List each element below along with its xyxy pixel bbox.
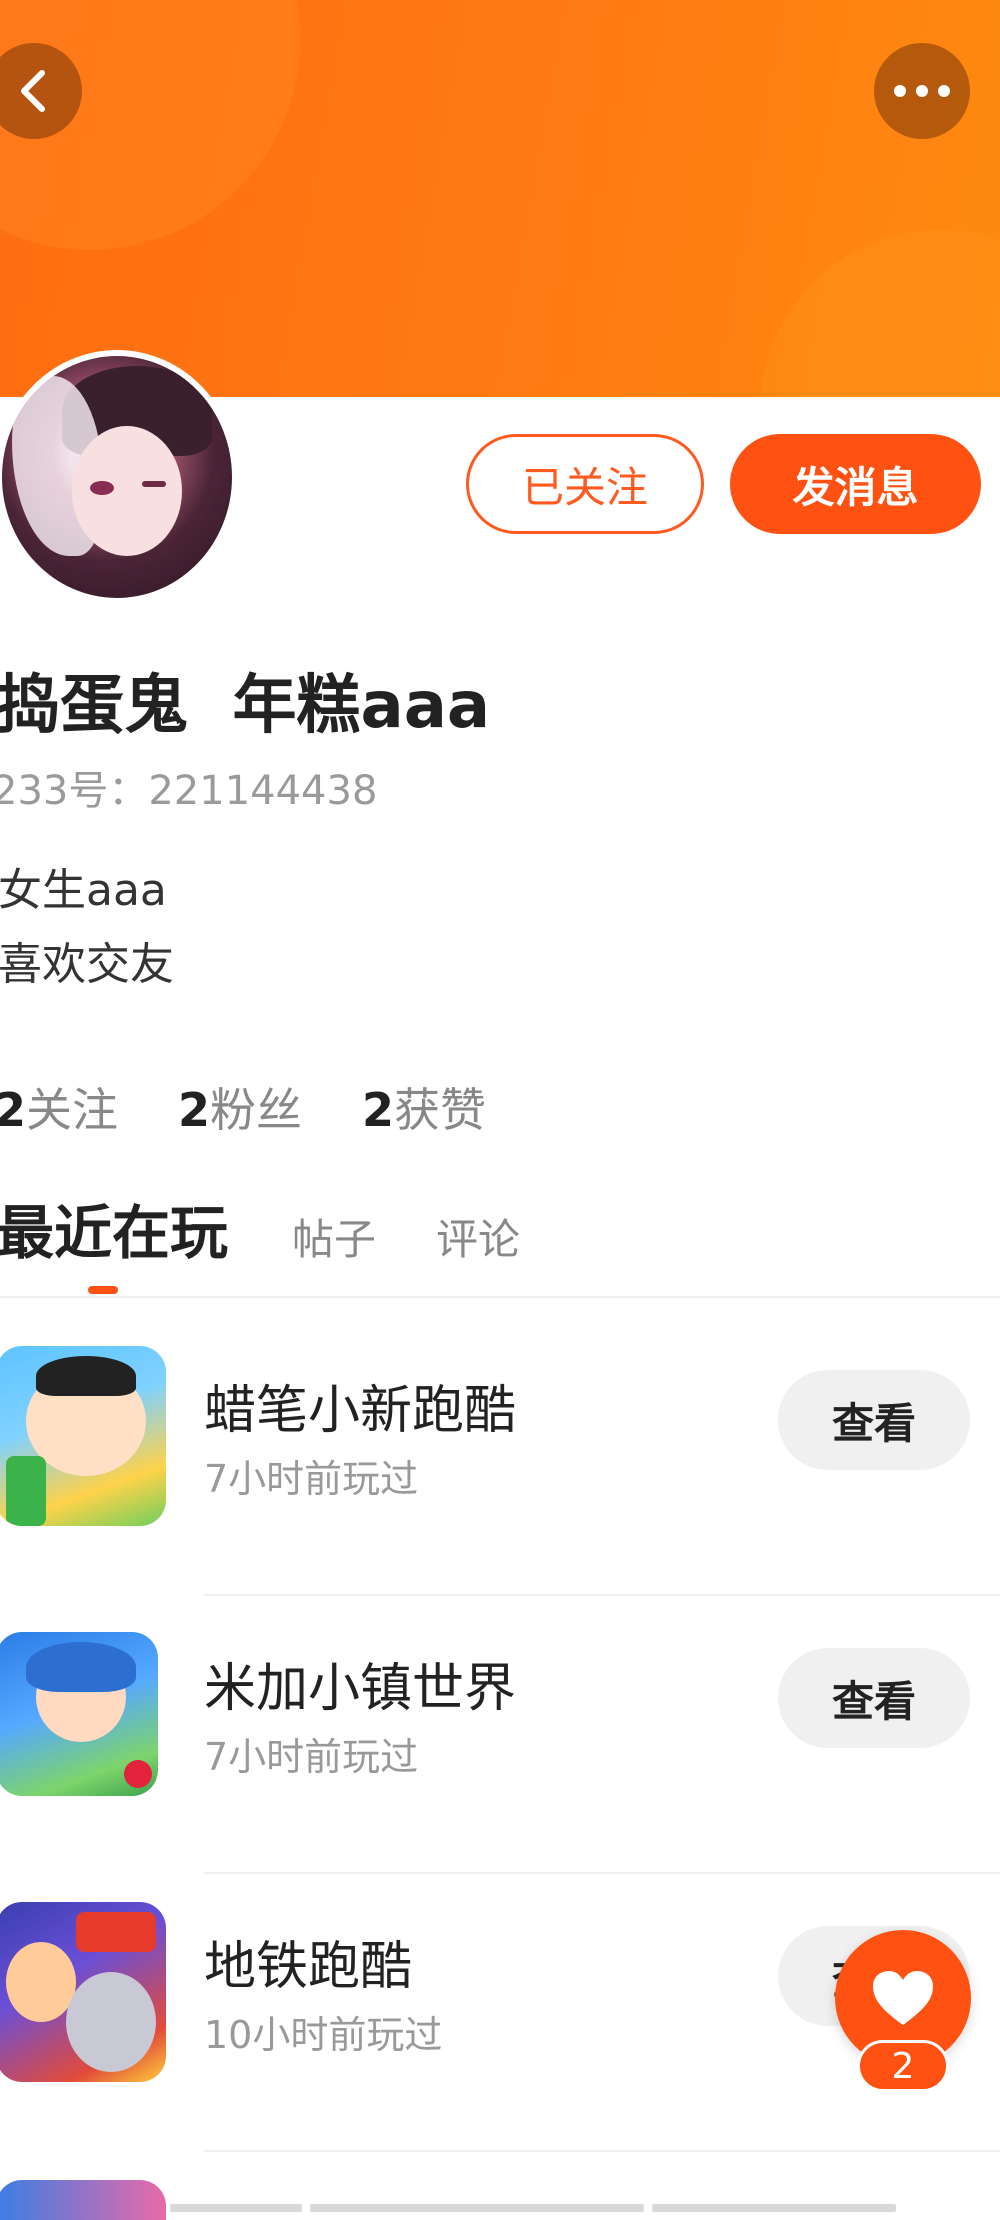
stat-number: 2 xyxy=(178,1083,211,1137)
stat-following[interactable]: 2关注 xyxy=(0,1074,118,1140)
game-title: 地铁跑酷 xyxy=(204,1937,413,1997)
divider xyxy=(0,1296,1000,1298)
stats-bar: 2关注 2粉丝 2获赞 xyxy=(0,1074,486,1140)
stat-likes[interactable]: 2获赞 xyxy=(362,1074,486,1140)
heart-icon xyxy=(873,1971,933,2025)
game-last-played: 7小时前玩过 xyxy=(204,1457,419,1501)
profile-tabs: 最近在玩 帖子 评论 xyxy=(0,1192,1000,1294)
followed-label: 已关注 xyxy=(521,462,648,512)
user-id: 233号：221144438 xyxy=(0,768,378,814)
game-last-played: 7小时前玩过 xyxy=(204,1735,419,1779)
bio-line: 女生aaa xyxy=(0,865,167,916)
game-list-item[interactable]: 蜡笔小新跑酷 7小时前玩过 查看 xyxy=(0,1318,1000,1596)
game-title: 米加小镇世界 xyxy=(204,1659,517,1719)
bio-line: 喜欢交友 xyxy=(0,939,174,990)
more-dots-icon xyxy=(894,85,950,97)
stat-label: 获赞 xyxy=(394,1083,487,1137)
view-button[interactable]: 查看 xyxy=(778,1648,970,1748)
stat-number: 2 xyxy=(362,1083,395,1137)
tab-posts[interactable]: 帖子 xyxy=(292,1206,376,1267)
avatar[interactable] xyxy=(0,350,238,604)
game-icon-subway-surfers[interactable] xyxy=(0,1902,166,2082)
tab-active-indicator xyxy=(88,1286,118,1294)
stat-label: 粉丝 xyxy=(210,1083,303,1137)
stat-fans[interactable]: 2粉丝 xyxy=(178,1074,302,1140)
like-count-badge: 2 xyxy=(857,2040,949,2092)
banner-decoration xyxy=(760,230,1000,397)
username: 捣蛋鬼 年糕aaa xyxy=(0,669,491,743)
game-list-item[interactable]: 米加小镇世界 7小时前玩过 查看 xyxy=(0,1596,1000,1874)
game-icon-miga-town[interactable] xyxy=(0,1632,158,1796)
game-last-played: 10小时前玩过 xyxy=(204,2013,443,2057)
view-button[interactable]: 查看 xyxy=(778,1370,970,1470)
send-message-label: 发消息 xyxy=(792,462,919,512)
game-icon-crayon-shinchan[interactable] xyxy=(0,1346,166,1526)
more-button[interactable] xyxy=(874,43,970,139)
followed-button[interactable]: 已关注 xyxy=(466,434,704,534)
stat-label: 关注 xyxy=(26,1083,119,1137)
tab-recently-played[interactable]: 最近在玩 xyxy=(0,1186,228,1270)
divider xyxy=(204,2150,1000,2152)
game-title: 蜡笔小新跑酷 xyxy=(204,1381,517,1441)
send-message-button[interactable]: 发消息 xyxy=(730,434,981,534)
profile-banner xyxy=(0,0,1000,397)
chevron-left-icon xyxy=(21,70,45,112)
tab-comments[interactable]: 评论 xyxy=(436,1206,520,1267)
bio: 女生aaa 喜欢交友 xyxy=(0,854,174,1002)
game-list-item[interactable] xyxy=(0,2180,1000,2220)
stat-number: 2 xyxy=(0,1083,27,1137)
game-icon[interactable] xyxy=(0,2180,166,2220)
